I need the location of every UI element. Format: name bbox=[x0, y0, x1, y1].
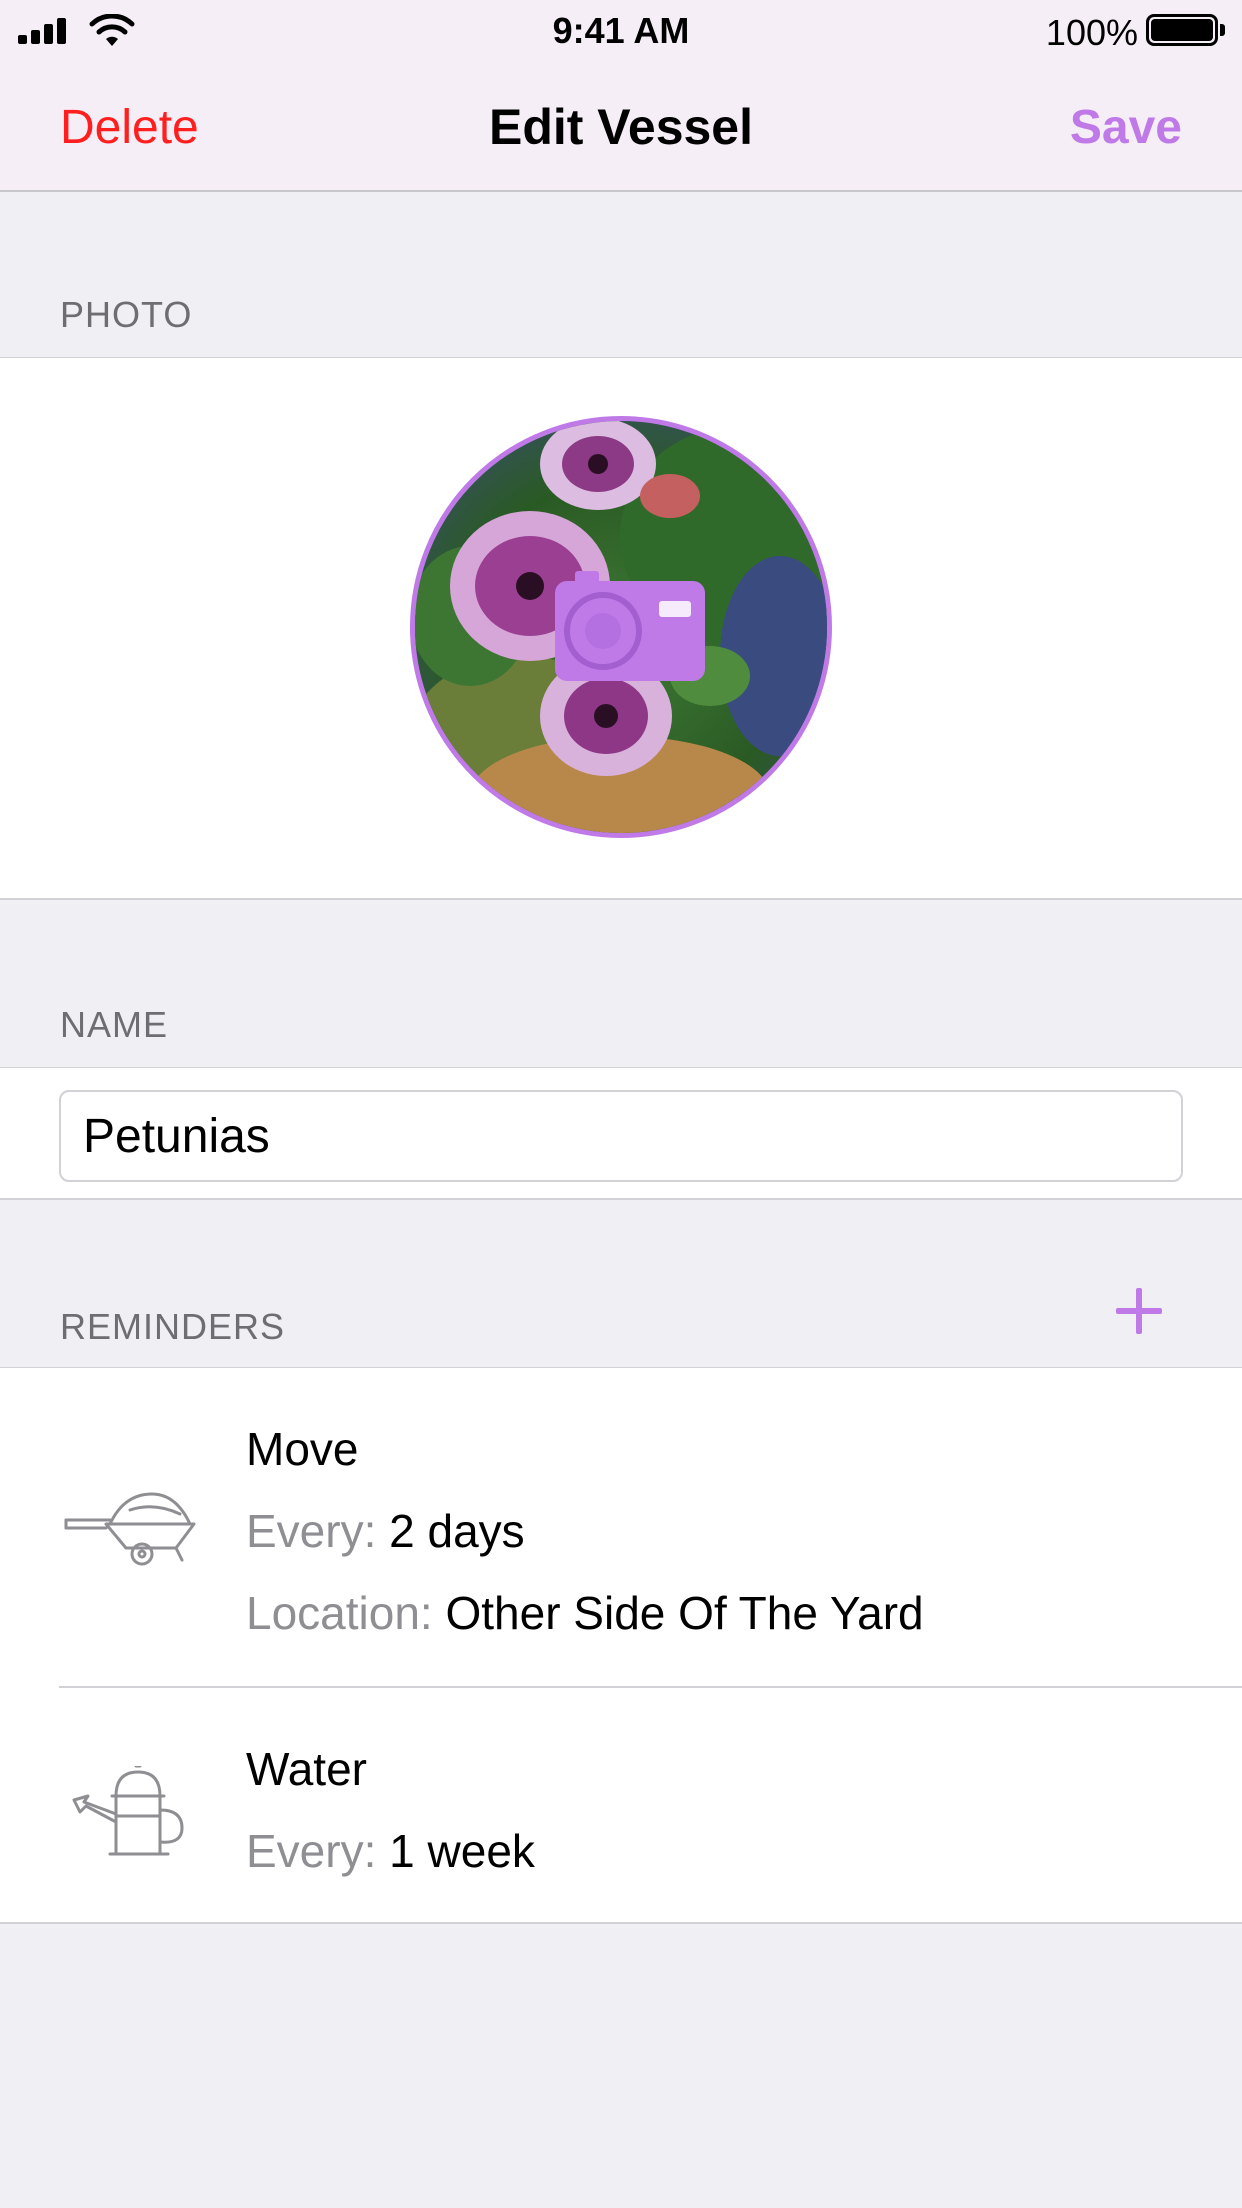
name-input[interactable] bbox=[59, 1090, 1183, 1182]
reminder-title: Move bbox=[246, 1423, 359, 1475]
divider bbox=[0, 1922, 1242, 1924]
camera-icon bbox=[555, 571, 705, 681]
reminders-section-header: REMINDERS bbox=[60, 1306, 286, 1347]
reminder-title: Water bbox=[246, 1743, 367, 1795]
photo-section-header: PHOTO bbox=[60, 294, 193, 335]
save-button[interactable]: Save bbox=[1070, 100, 1182, 155]
reminders-list: Move Every: 2 days Location: Other Side … bbox=[0, 1368, 1242, 1922]
location-label: Location: bbox=[246, 1587, 433, 1639]
location-value: Other Side Of The Yard bbox=[445, 1587, 924, 1639]
vessel-photo-button[interactable] bbox=[410, 416, 832, 838]
every-label: Every: bbox=[246, 1505, 377, 1557]
watering-can-icon bbox=[72, 1766, 184, 1856]
divider bbox=[0, 1198, 1242, 1200]
reminder-row-move[interactable]: Move Every: 2 days Location: Other Side … bbox=[0, 1368, 1242, 1686]
name-section bbox=[0, 1068, 1242, 1198]
reminder-frequency: Every: 2 days bbox=[246, 1504, 525, 1558]
page-title: Edit Vessel bbox=[488, 99, 754, 155]
add-reminder-button[interactable] bbox=[1116, 1288, 1162, 1334]
photo-section bbox=[0, 358, 1242, 898]
battery-icon bbox=[1146, 14, 1226, 46]
reminder-row-water[interactable]: Water Every: 1 week bbox=[0, 1688, 1242, 1922]
name-section-header: NAME bbox=[60, 1004, 169, 1045]
reminder-location: Location: Other Side Of The Yard bbox=[246, 1586, 924, 1640]
every-value: 1 week bbox=[389, 1825, 535, 1877]
status-bar: 9:41 AM 100% bbox=[0, 0, 1242, 62]
navigation-bar: Delete Edit Vessel Save bbox=[0, 62, 1242, 192]
wheelbarrow-icon bbox=[64, 1492, 196, 1566]
divider bbox=[0, 898, 1242, 900]
battery-percentage: 100% bbox=[1045, 12, 1138, 53]
every-label: Every: bbox=[246, 1825, 377, 1877]
edit-vessel-screen: 9:41 AM 100% Delete Edit Vessel Save PHO… bbox=[0, 0, 1242, 2208]
every-value: 2 days bbox=[389, 1505, 525, 1557]
reminder-frequency: Every: 1 week bbox=[246, 1824, 535, 1878]
